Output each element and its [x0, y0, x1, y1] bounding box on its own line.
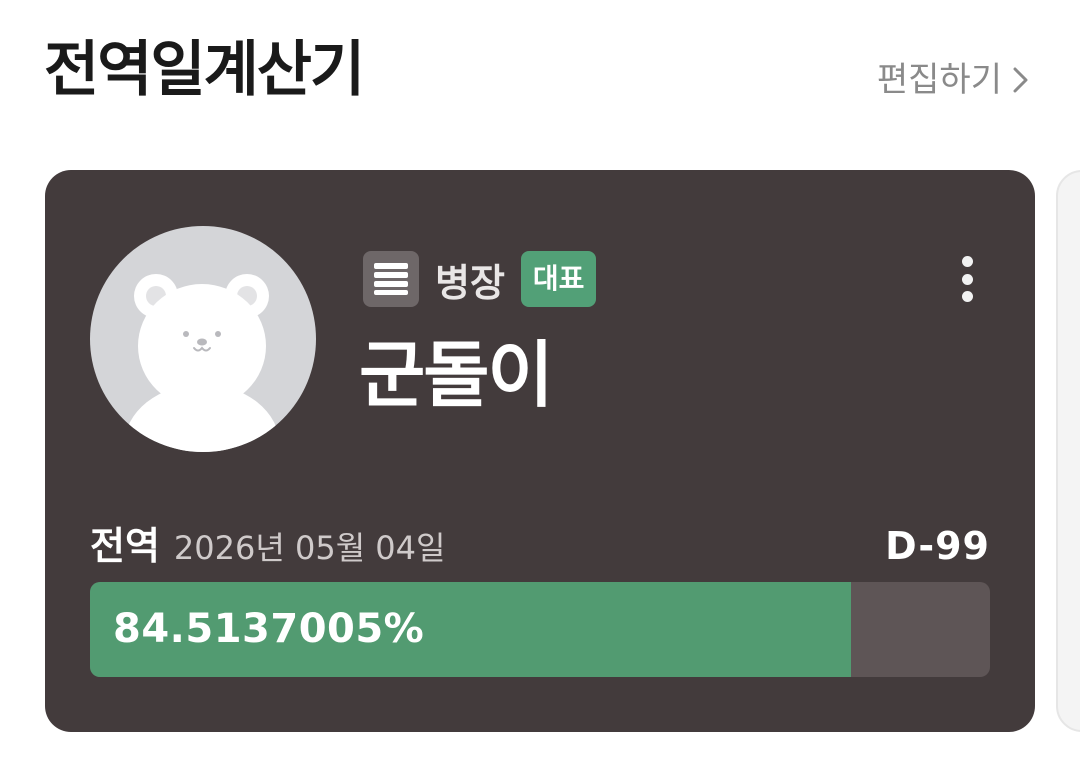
rank-label: 병장	[435, 260, 505, 305]
chevron-right-icon	[1013, 67, 1028, 93]
service-progress-bar: 84.5137005%	[90, 582, 990, 677]
progress-percent: 84.5137005%	[113, 606, 425, 652]
discharge-row: 전역 2026년 05월 04일 D-99	[90, 515, 990, 570]
page-title: 전역일계산기	[44, 35, 365, 105]
discharge-date: 2026년 05월 04일	[173, 529, 446, 567]
sergeant-rank-icon	[363, 251, 419, 307]
edit-label: 편집하기	[876, 60, 1002, 100]
more-vertical-icon[interactable]	[955, 256, 979, 302]
soldier-name: 군돌이	[359, 333, 554, 417]
bear-avatar-icon	[124, 274, 280, 452]
discharge-card[interactable]: 병장 대표 군돌이 전역 2026년 05월 04일 D-99 84.51370…	[45, 170, 1035, 732]
next-card-peek[interactable]	[1056, 170, 1080, 732]
representative-badge: 대표	[520, 251, 597, 307]
edit-button[interactable]: 편집하기	[877, 56, 1030, 104]
d-day-count: D-99	[885, 524, 990, 568]
avatar[interactable]	[90, 226, 316, 452]
rank-row: 병장 대표	[363, 250, 597, 308]
screen: 전역일계산기 편집하기 병장 대표 군돌이 전역 2026년 05월 04일 D…	[0, 0, 1080, 767]
discharge-label: 전역	[90, 524, 160, 568]
